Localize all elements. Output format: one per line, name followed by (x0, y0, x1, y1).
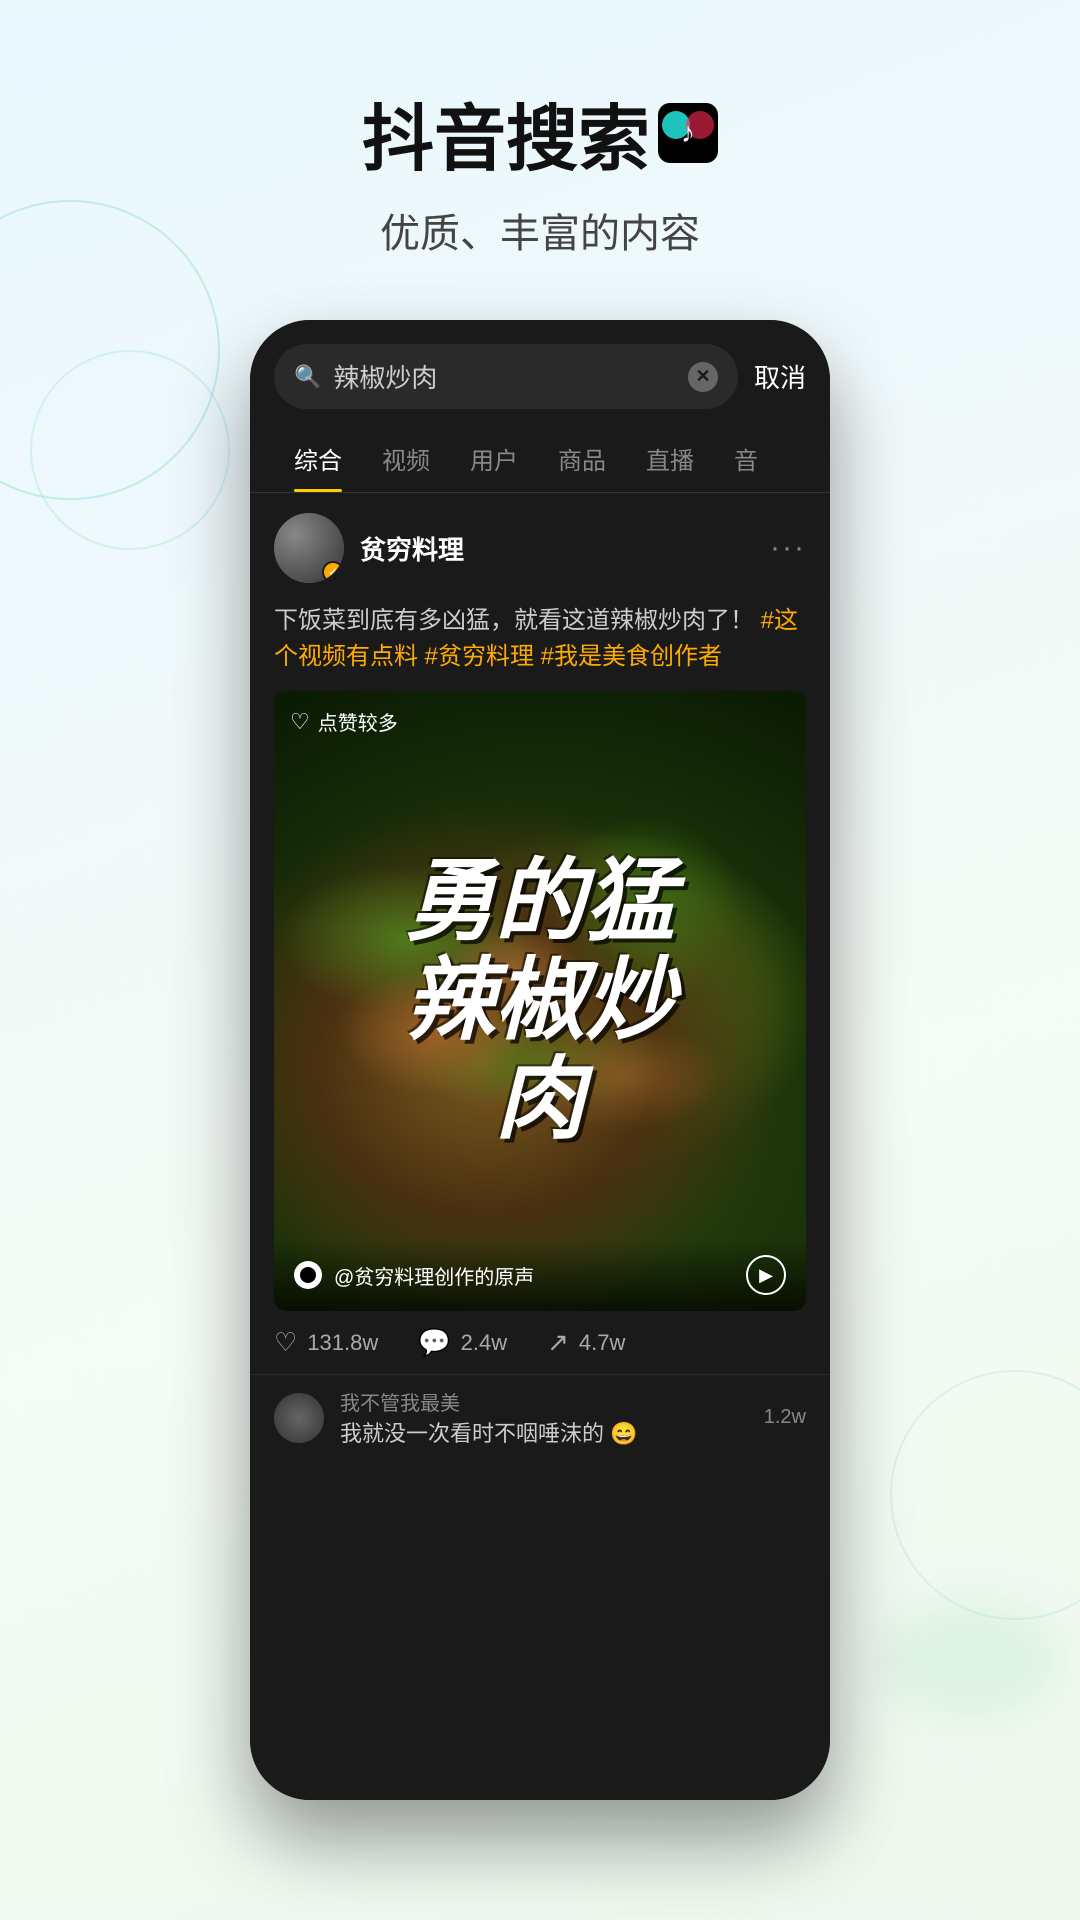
author-avatar[interactable]: ✓ (274, 513, 344, 583)
play-button[interactable]: ▶ (746, 1255, 786, 1295)
app-title-row: 抖音搜索 ♪ (0, 80, 1080, 185)
phone-frame: 🔍 辣椒炒肉 ✕ 取消 综合 视频 用户 商品 (250, 320, 830, 1800)
bg-decoration-2 (30, 350, 230, 550)
comment-icon: 💬 (418, 1327, 450, 1358)
tab-音[interactable]: 音 (714, 425, 778, 492)
comment-text: 我就没一次看时不咽唾沫的 😄 (340, 1416, 748, 1448)
tab-商品[interactable]: 商品 (538, 425, 626, 492)
bg-decoration-3 (890, 1370, 1080, 1620)
stat-comments[interactable]: 💬 2.4w (418, 1327, 507, 1358)
like-count: 131.8w (307, 1330, 378, 1356)
phone-screen: 🔍 辣椒炒肉 ✕ 取消 综合 视频 用户 商品 (250, 320, 830, 1800)
tiktok-inner-dot (300, 1267, 316, 1283)
search-input-wrapper[interactable]: 🔍 辣椒炒肉 ✕ (274, 344, 738, 409)
video-thumbnail[interactable]: ♡ 点赞较多 勇的猛辣椒炒肉 (274, 691, 806, 1311)
search-bar: 🔍 辣椒炒肉 ✕ 取消 (250, 320, 830, 425)
app-title: 抖音搜索 (362, 80, 650, 185)
search-icon: 🔍 (294, 364, 321, 390)
caption-text: 下饭菜到底有多凶猛，就看这道辣椒炒肉了！ (274, 607, 754, 634)
video-background: ♡ 点赞较多 勇的猛辣椒炒肉 (274, 691, 806, 1311)
comment-preview: 我不管我最美 我就没一次看时不咽唾沫的 😄 1.2w (250, 1374, 830, 1460)
tab-bar: 综合 视频 用户 商品 直播 音 (250, 425, 830, 493)
tab-直播[interactable]: 直播 (626, 425, 714, 492)
post-header: ✓ 贫穷料理 ··· (250, 493, 830, 603)
search-clear-button[interactable]: ✕ (688, 362, 718, 392)
comment-count: 2.4w (461, 1330, 507, 1356)
share-icon: ↗ (547, 1327, 569, 1358)
commenter-name: 我不管我最美 (340, 1387, 748, 1416)
like-icon: ♡ (274, 1327, 297, 1358)
stat-likes[interactable]: ♡ 131.8w (274, 1327, 378, 1358)
header: 抖音搜索 ♪ 优质、丰富的内容 (0, 0, 1080, 259)
tab-综合[interactable]: 综合 (274, 425, 362, 492)
search-cancel-button[interactable]: 取消 (754, 358, 806, 395)
phone-mockup: 🔍 辣椒炒肉 ✕ 取消 综合 视频 用户 商品 (250, 320, 830, 1800)
video-sound-bar: @贫穷料理创作的原声 ▶ (274, 1239, 806, 1311)
search-query: 辣椒炒肉 (333, 358, 676, 395)
verified-badge: ✓ (322, 561, 344, 583)
more-options-icon[interactable]: ··· (770, 531, 806, 565)
video-text-overlay: 勇的猛辣椒炒肉 (274, 691, 806, 1311)
video-title-text: 勇的猛辣椒炒肉 (405, 853, 675, 1150)
commenter-avatar (274, 1393, 324, 1443)
share-count: 4.7w (579, 1330, 625, 1356)
tab-用户[interactable]: 用户 (450, 425, 538, 492)
stat-shares[interactable]: ↗ 4.7w (547, 1327, 625, 1358)
sound-text: @贫穷料理创作的原声 (334, 1261, 734, 1290)
author-username[interactable]: 贫穷料理 (360, 530, 754, 567)
tab-视频[interactable]: 视频 (362, 425, 450, 492)
content-area: ✓ 贫穷料理 ··· 下饭菜到底有多凶猛，就看这道辣椒炒肉了！ #这个视频有点料… (250, 493, 830, 1800)
comment-like-count: 1.2w (764, 1406, 806, 1429)
comment-body: 我不管我最美 我就没一次看时不咽唾沫的 😄 (340, 1387, 748, 1448)
post-caption: 下饭菜到底有多凶猛，就看这道辣椒炒肉了！ #这个视频有点料 #贫穷料理 #我是美… (250, 603, 830, 691)
bg-blob (880, 1600, 1060, 1720)
app-subtitle: 优质、丰富的内容 (0, 201, 1080, 259)
tiktok-logo-icon: ♪ (658, 103, 718, 163)
stats-row: ♡ 131.8w 💬 2.4w ↗ 4.7w (250, 1311, 830, 1374)
tiktok-small-icon (294, 1261, 322, 1289)
